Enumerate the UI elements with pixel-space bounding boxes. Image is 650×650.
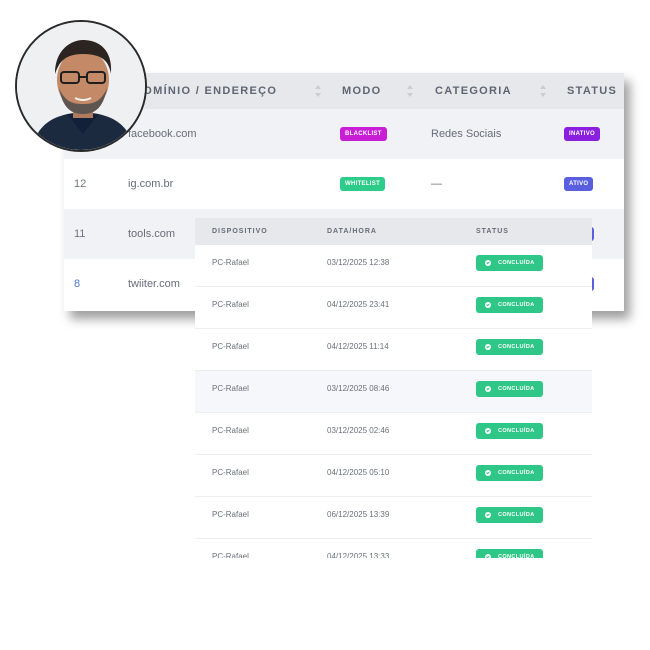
row-datetime: 06/12/2025 13:39 [327,510,390,519]
check-icon [485,386,491,392]
row-datetime: 04/12/2025 13:33 [327,552,390,558]
status-badge: CONCLUÍDA [476,423,543,439]
check-icon [485,470,491,476]
row-device: PC-Rafael [212,384,249,393]
table-row[interactable]: PC-Rafael 04/12/2025 05:10 CONCLUÍDA [195,455,592,497]
row-id: 11 [74,228,86,240]
check-icon [485,554,491,558]
status-badge: INATIVO [564,127,600,141]
row-datetime: 03/12/2025 02:46 [327,426,390,435]
row-id[interactable]: 8 [74,259,80,309]
status-label: CONCLUÍDA [498,428,535,434]
row-domain: tools.com [128,228,176,240]
status-label: CONCLUÍDA [498,302,535,308]
status-badge: CONCLUÍDA [476,297,543,313]
row-id: 12 [74,178,87,190]
check-icon [485,428,491,434]
status-badge: CONCLUÍDA [476,339,543,355]
status-badge: CONCLUÍDA [476,507,543,523]
column-header-domain[interactable]: DOMÍNIO / ENDEREÇO [134,73,277,109]
column-header-status[interactable]: STATUS [476,218,509,245]
status-badge: CONCLUÍDA [476,255,543,271]
row-domain: twiiter.com [128,278,180,290]
status-label: CONCLUÍDA [498,470,535,476]
row-device: PC-Rafael [212,342,249,351]
check-icon [485,260,491,266]
row-datetime: 03/12/2025 08:46 [327,384,390,393]
table-row[interactable]: PC-Rafael 03/12/2025 02:46 CONCLUÍDA [195,413,592,455]
status-label: CONCLUÍDA [498,386,535,392]
row-category: Redes Sociais [431,128,502,140]
row-device: PC-Rafael [212,426,249,435]
status-label: CONCLUÍDA [498,260,535,266]
status-badge: CONCLUÍDA [476,381,543,397]
column-header-mode[interactable]: MODO [342,73,381,109]
row-device: PC-Rafael [212,552,249,558]
check-icon [485,302,491,308]
table-row[interactable]: facebook.com BLACKLIST Redes Sociais INA… [64,109,624,159]
device-table-header: DISPOSITIVO DATA/HORA STATUS [195,218,592,245]
row-category: — [431,178,442,190]
table-row[interactable]: PC-Rafael 03/12/2025 12:38 CONCLUÍDA [195,245,592,287]
row-device: PC-Rafael [212,300,249,309]
domain-table-header: DOMÍNIO / ENDEREÇO MODO CATEGORIA STATUS [64,73,624,109]
mode-badge: BLACKLIST [340,127,387,141]
table-row[interactable]: PC-Rafael 06/12/2025 13:39 CONCLUÍDA [195,497,592,539]
row-device: PC-Rafael [212,258,249,267]
check-icon [485,344,491,350]
row-datetime: 03/12/2025 12:38 [327,258,390,267]
status-badge: ATIVO [564,177,594,191]
row-device: PC-Rafael [212,468,249,477]
column-header-status[interactable]: STATUS [567,73,617,109]
row-datetime: 04/12/2025 05:10 [327,468,390,477]
table-row[interactable]: PC-Rafael 04/12/2025 23:41 CONCLUÍDA [195,287,592,329]
column-header-device[interactable]: DISPOSITIVO [212,218,268,245]
table-row[interactable]: PC-Rafael 04/12/2025 13:33 CONCLUÍDA [195,539,592,558]
status-badge: CONCLUÍDA [476,465,543,481]
status-badge: CONCLUÍDA [476,549,543,558]
row-domain: ig.com.br [128,178,174,190]
column-header-category[interactable]: CATEGORIA [435,73,512,109]
status-label: CONCLUÍDA [498,512,535,518]
sort-icon[interactable] [540,85,546,97]
table-row[interactable]: 12 ig.com.br WHITELIST — ATIVO [64,159,624,209]
status-label: CONCLUÍDA [498,554,535,558]
sort-icon[interactable] [407,85,413,97]
device-history-table: DISPOSITIVO DATA/HORA STATUS PC-Rafael 03… [195,218,592,558]
table-row[interactable]: PC-Rafael 03/12/2025 08:46 CONCLUÍDA [195,371,592,413]
status-label: CONCLUÍDA [498,344,535,350]
profile-photo [17,22,145,150]
sort-icon[interactable] [315,85,321,97]
avatar [15,20,147,152]
row-device: PC-Rafael [212,510,249,519]
row-datetime: 04/12/2025 11:14 [327,342,389,351]
table-row[interactable]: PC-Rafael 04/12/2025 11:14 CONCLUÍDA [195,329,592,371]
mode-badge: WHITELIST [340,177,386,191]
column-header-datetime[interactable]: DATA/HORA [327,218,377,245]
check-icon [485,512,491,518]
row-datetime: 04/12/2025 23:41 [327,300,390,309]
